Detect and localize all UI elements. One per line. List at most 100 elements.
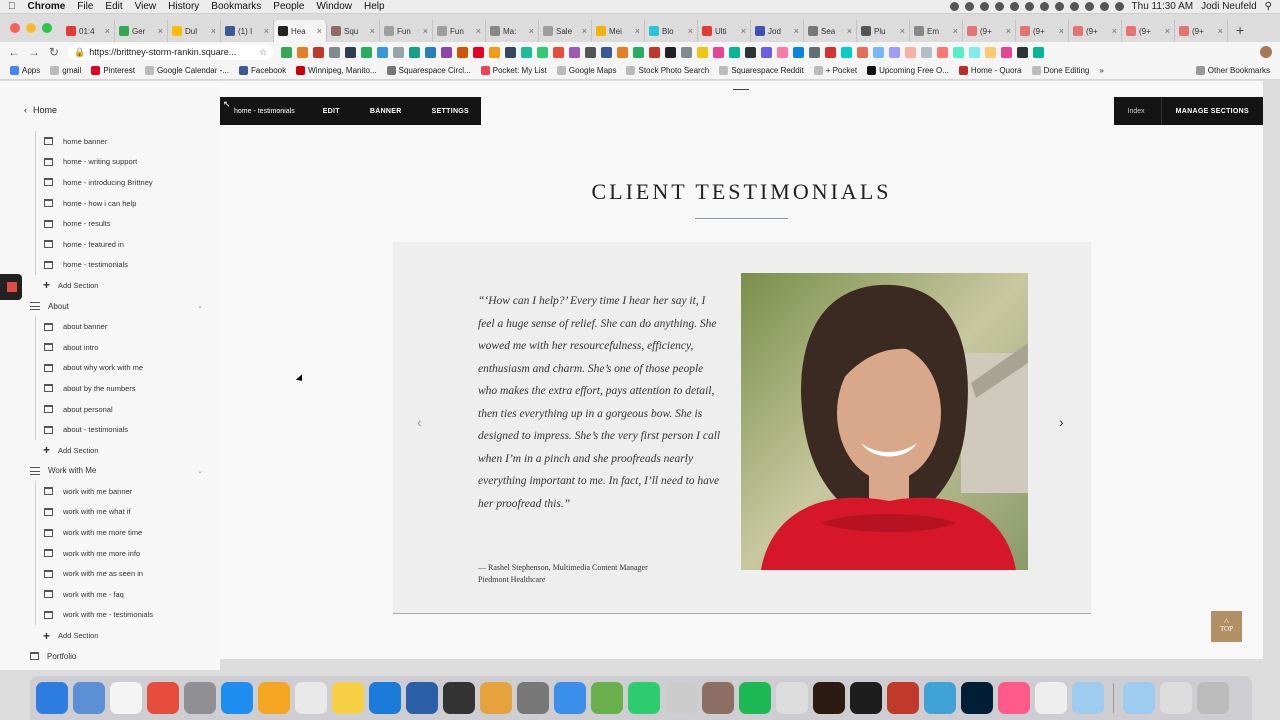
home-back-link[interactable]: ‹ Home (24, 105, 57, 115)
browser-tab[interactable]: (9+ × (1069, 20, 1122, 42)
extension-icon[interactable] (489, 46, 500, 58)
menubar-tray-icons[interactable] (949, 2, 1124, 11)
dock-app-icon[interactable] (665, 682, 697, 714)
dock-app-icon[interactable] (813, 682, 845, 714)
dock-app-icon[interactable] (517, 682, 549, 714)
dock-app-icon[interactable] (295, 682, 327, 714)
bookmarks-overflow-button[interactable]: » (1099, 66, 1103, 75)
red-side-tab[interactable] (0, 274, 22, 300)
expand-icon[interactable]: ↖ (223, 99, 231, 110)
extension-icon[interactable] (713, 46, 724, 58)
tab-close-icon[interactable]: × (317, 26, 322, 36)
extension-icon[interactable] (937, 46, 948, 58)
bookmark-item[interactable]: + Pocket (813, 66, 857, 75)
menu-file[interactable]: File (77, 1, 93, 12)
extension-icon[interactable] (281, 46, 292, 58)
tab-close-icon[interactable]: × (900, 26, 905, 36)
tab-close-icon[interactable]: × (635, 26, 640, 36)
dock-app-icon[interactable] (332, 682, 364, 714)
tab-close-icon[interactable]: × (158, 26, 163, 36)
extension-icon[interactable] (761, 46, 772, 58)
forward-icon[interactable]: → (28, 45, 40, 59)
bookmark-item[interactable]: Home - Quora (958, 66, 1022, 75)
chevron-down-icon[interactable]: ⌄ (197, 302, 203, 310)
browser-tab[interactable]: Ulti × (698, 20, 751, 42)
tab-close-icon[interactable]: × (953, 26, 958, 36)
browser-tab[interactable]: Dul × (168, 20, 221, 42)
extension-icon[interactable] (377, 46, 388, 58)
sidebar-item[interactable]: Portfolio (0, 646, 220, 667)
extension-icon[interactable] (505, 46, 516, 58)
browser-tab[interactable]: Ger × (115, 20, 168, 42)
tab-close-icon[interactable]: × (211, 26, 216, 36)
sidebar-item[interactable]: + Add Section (0, 440, 220, 461)
dock-app-icon[interactable] (258, 682, 290, 714)
extension-icon[interactable] (473, 46, 484, 58)
tab-close-icon[interactable]: × (1059, 26, 1064, 36)
banner-button[interactable]: BANNER (370, 108, 402, 115)
drag-handle[interactable] (733, 89, 749, 90)
extension-icon[interactable] (521, 46, 532, 58)
sidebar-item[interactable]: About ⌄ (0, 296, 220, 317)
menu-history[interactable]: History (168, 1, 199, 12)
reload-icon[interactable]: ↻ (48, 45, 60, 59)
sidebar-item[interactable]: about banner (0, 316, 220, 337)
dock-app-icon[interactable] (147, 682, 179, 714)
sidebar-item[interactable]: home - featured in (0, 233, 220, 255)
bookmark-item[interactable]: gmail (50, 66, 81, 75)
bookmark-item[interactable]: Squarespace Circl... (386, 66, 471, 75)
edit-button[interactable]: EDIT (323, 108, 340, 115)
sidebar-item[interactable]: + Add Section (0, 275, 220, 296)
back-to-top-button[interactable]: ˄ TOP (1211, 611, 1242, 642)
dock-app-icon[interactable] (1123, 682, 1155, 714)
bookmark-item[interactable]: Apps (10, 66, 40, 75)
extension-icon[interactable] (441, 46, 452, 58)
spotlight-icon[interactable]: ⚲ (1265, 1, 1272, 12)
extension-icon[interactable] (1033, 46, 1044, 58)
dock-app-icon[interactable] (73, 682, 105, 714)
sidebar-item[interactable]: work with me more info (0, 542, 220, 564)
sidebar-item[interactable]: work with me - faq (0, 584, 220, 605)
dock-app-icon[interactable] (554, 682, 586, 714)
extension-icon[interactable] (457, 46, 468, 58)
close-window-icon[interactable] (10, 23, 20, 33)
dock-app-icon[interactable] (887, 682, 919, 714)
tab-close-icon[interactable]: × (1218, 26, 1223, 36)
extension-icon[interactable] (985, 46, 996, 58)
menu-help[interactable]: Help (364, 1, 385, 12)
dock-app-icon[interactable] (1160, 682, 1192, 714)
sidebar-item[interactable]: about why work with me (0, 357, 220, 379)
extension-icon[interactable] (361, 46, 372, 58)
tab-close-icon[interactable]: × (847, 26, 852, 36)
dock-app-icon[interactable] (36, 682, 68, 714)
sidebar-item[interactable]: about - testimonials (0, 419, 220, 440)
browser-tab[interactable]: Blo × (645, 20, 698, 42)
back-icon[interactable]: ← (8, 45, 20, 59)
extension-icon[interactable] (953, 46, 964, 58)
browser-tab[interactable]: Sea × (804, 20, 857, 42)
dock-app-icon[interactable] (369, 682, 401, 714)
dock-app-icon[interactable] (1072, 682, 1104, 714)
browser-tab[interactable]: (9+ × (963, 20, 1016, 42)
extension-icon[interactable] (729, 46, 740, 58)
tab-close-icon[interactable]: × (688, 26, 693, 36)
tab-close-icon[interactable]: × (1112, 26, 1117, 36)
other-bookmarks-folder[interactable]: Other Bookmarks (1195, 66, 1270, 75)
browser-tab[interactable]: Fun × (380, 20, 433, 42)
extension-icon[interactable] (585, 46, 596, 58)
extension-icon[interactable] (633, 46, 644, 58)
menu-app-name[interactable]: Chrome (28, 1, 66, 12)
minimize-window-icon[interactable] (26, 23, 36, 33)
bookmark-item[interactable]: Upcoming Free O... (867, 66, 949, 75)
extension-icon[interactable] (745, 46, 756, 58)
extension-icon[interactable] (1001, 46, 1012, 58)
clock[interactable]: Thu 11:30 AM (1132, 1, 1194, 12)
extension-icon[interactable] (873, 46, 884, 58)
dock-app-icon[interactable] (406, 682, 438, 714)
sidebar-item[interactable]: about intro (0, 336, 220, 358)
extension-icon[interactable] (889, 46, 900, 58)
browser-tab[interactable]: Mei × (592, 20, 645, 42)
manage-sections-button[interactable]: MANAGE SECTIONS (1162, 108, 1263, 115)
extension-icon[interactable] (969, 46, 980, 58)
index-link[interactable]: Index (1114, 97, 1162, 125)
